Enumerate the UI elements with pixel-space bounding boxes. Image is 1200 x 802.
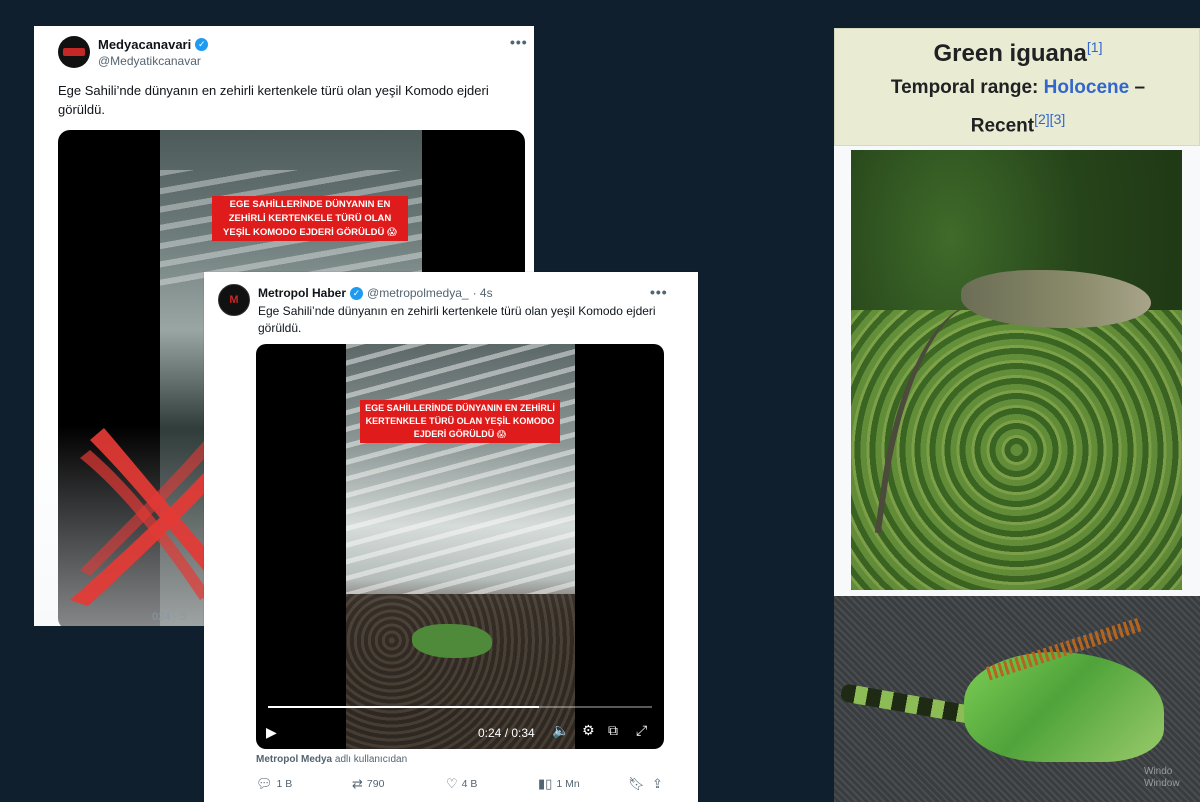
wiki-title: Green iguana[1]	[835, 39, 1200, 68]
video-caption-overlay: EGE SAHİLLERİNDE DÜNYANIN EN ZEHİRLİ KER…	[360, 400, 560, 444]
like-button[interactable]: ♡ 4 B	[446, 776, 477, 792]
iguana-tree-photo[interactable]	[851, 150, 1182, 590]
avatar-logo	[63, 48, 85, 56]
avatar[interactable]	[58, 36, 90, 68]
gear-icon[interactable]: ⚙	[582, 722, 595, 739]
repost-icon: ⇄	[352, 776, 363, 791]
range-dash: –	[1134, 77, 1146, 98]
tweet-age[interactable]: · 4s	[473, 286, 493, 300]
temporal-range-label: Temporal range:	[890, 77, 1039, 98]
temporal-range: Temporal range: Holocene –	[835, 77, 1200, 99]
avatar-logo: M	[229, 294, 239, 306]
species-name: Green iguana	[933, 40, 1087, 67]
holocene-link[interactable]: Holocene	[1044, 77, 1130, 98]
reply-button[interactable]: 💬︎ 1 B	[256, 776, 292, 792]
wiki-infobox-header: Green iguana[1] Temporal range: Holocene…	[834, 28, 1200, 146]
share-icon: ⇪	[652, 776, 663, 791]
citation-link[interactable]: [1]	[1087, 39, 1103, 55]
reply-icon: 💬︎	[256, 776, 273, 791]
tweet-text: Ege Sahili’nde dünyanın en zehirli kerte…	[258, 304, 656, 335]
video-caption-overlay: EGE SAHİLLERİNDE DÜNYANIN EN ZEHİRLİ KER…	[212, 196, 408, 242]
citation-links[interactable]: [2][3]	[1034, 111, 1065, 127]
watermark-line-1: Windo	[1144, 766, 1173, 777]
video-attribution: Metropol Medya adlı kullanıcıdan	[256, 754, 407, 765]
attribution-suffix: adlı kullanıcıdan	[334, 754, 408, 765]
os-watermark: Windo Window	[1144, 766, 1180, 790]
video-progress-fill	[268, 706, 540, 708]
tweet-handle[interactable]: @Medyatikcanavar	[98, 54, 201, 68]
pebble-beach	[346, 594, 575, 749]
reply-count: 1 B	[276, 778, 293, 790]
watermark-line-2: Window	[1144, 778, 1180, 789]
volume-icon[interactable]: 🔈	[552, 722, 569, 739]
tweet-author-name[interactable]: Medyacanavari ✓	[98, 37, 209, 52]
display-name[interactable]: Metropol Haber	[258, 286, 346, 300]
repost-button[interactable]: ⇄ 790	[352, 776, 384, 792]
tweet-timestamp: 024 · 5	[152, 611, 187, 623]
temporal-range-end: Recent[2][3]	[835, 111, 1200, 137]
attribution-account[interactable]: Metropol Medya	[256, 754, 332, 765]
tweet-text: Ege Sahili’nde dünyanın en zehirli kerte…	[58, 83, 489, 117]
range-end: Recent	[970, 115, 1035, 137]
tweet-actions: 💬︎ 1 B ⇄ 790 ♡ 4 B ▮▯ 1 Mn 🔖︎ ⇪	[256, 776, 666, 794]
tweet-handle[interactable]: @metropolmedya_	[367, 286, 469, 300]
fullscreen-icon[interactable]: ⤢	[636, 722, 647, 739]
sea-waves	[346, 344, 575, 594]
views-button[interactable]: ▮▯ 1 Mn	[538, 776, 580, 792]
more-options-icon[interactable]: •••	[650, 284, 668, 300]
repost-count: 790	[366, 778, 385, 790]
views-count: 1 Mn	[556, 778, 580, 790]
heart-icon: ♡	[446, 776, 458, 791]
views-icon: ▮▯	[538, 776, 553, 791]
verified-badge-icon: ✓	[195, 38, 209, 51]
video-timecode: 0:24 / 0:34	[478, 726, 535, 740]
bookmark-icon: 🔖︎	[628, 776, 645, 791]
share-button[interactable]: ⇪	[652, 776, 663, 792]
tweet-header: Metropol Haber ✓ @metropolmedya_ · 4s	[258, 286, 493, 300]
verified-badge-icon: ✓	[350, 286, 364, 300]
more-options-icon[interactable]: •••	[510, 34, 528, 50]
video-progress-bar[interactable]	[268, 706, 652, 708]
popout-icon[interactable]: ⧉	[608, 722, 618, 739]
display-name[interactable]: Medyacanavari	[98, 37, 191, 52]
like-count: 4 B	[461, 778, 478, 790]
avatar[interactable]: M	[218, 284, 250, 316]
play-icon[interactable]: ▶	[266, 724, 277, 741]
tweet-video[interactable]: EGE SAHİLLERİNDE DÜNYANIN EN ZEHİRLİ KER…	[256, 344, 664, 749]
iguana-figure	[412, 624, 492, 658]
bookmark-button[interactable]: 🔖︎	[628, 776, 645, 792]
tweet-card-repost[interactable]: M Metropol Haber ✓ @metropolmedya_ · 4s …	[204, 272, 698, 802]
